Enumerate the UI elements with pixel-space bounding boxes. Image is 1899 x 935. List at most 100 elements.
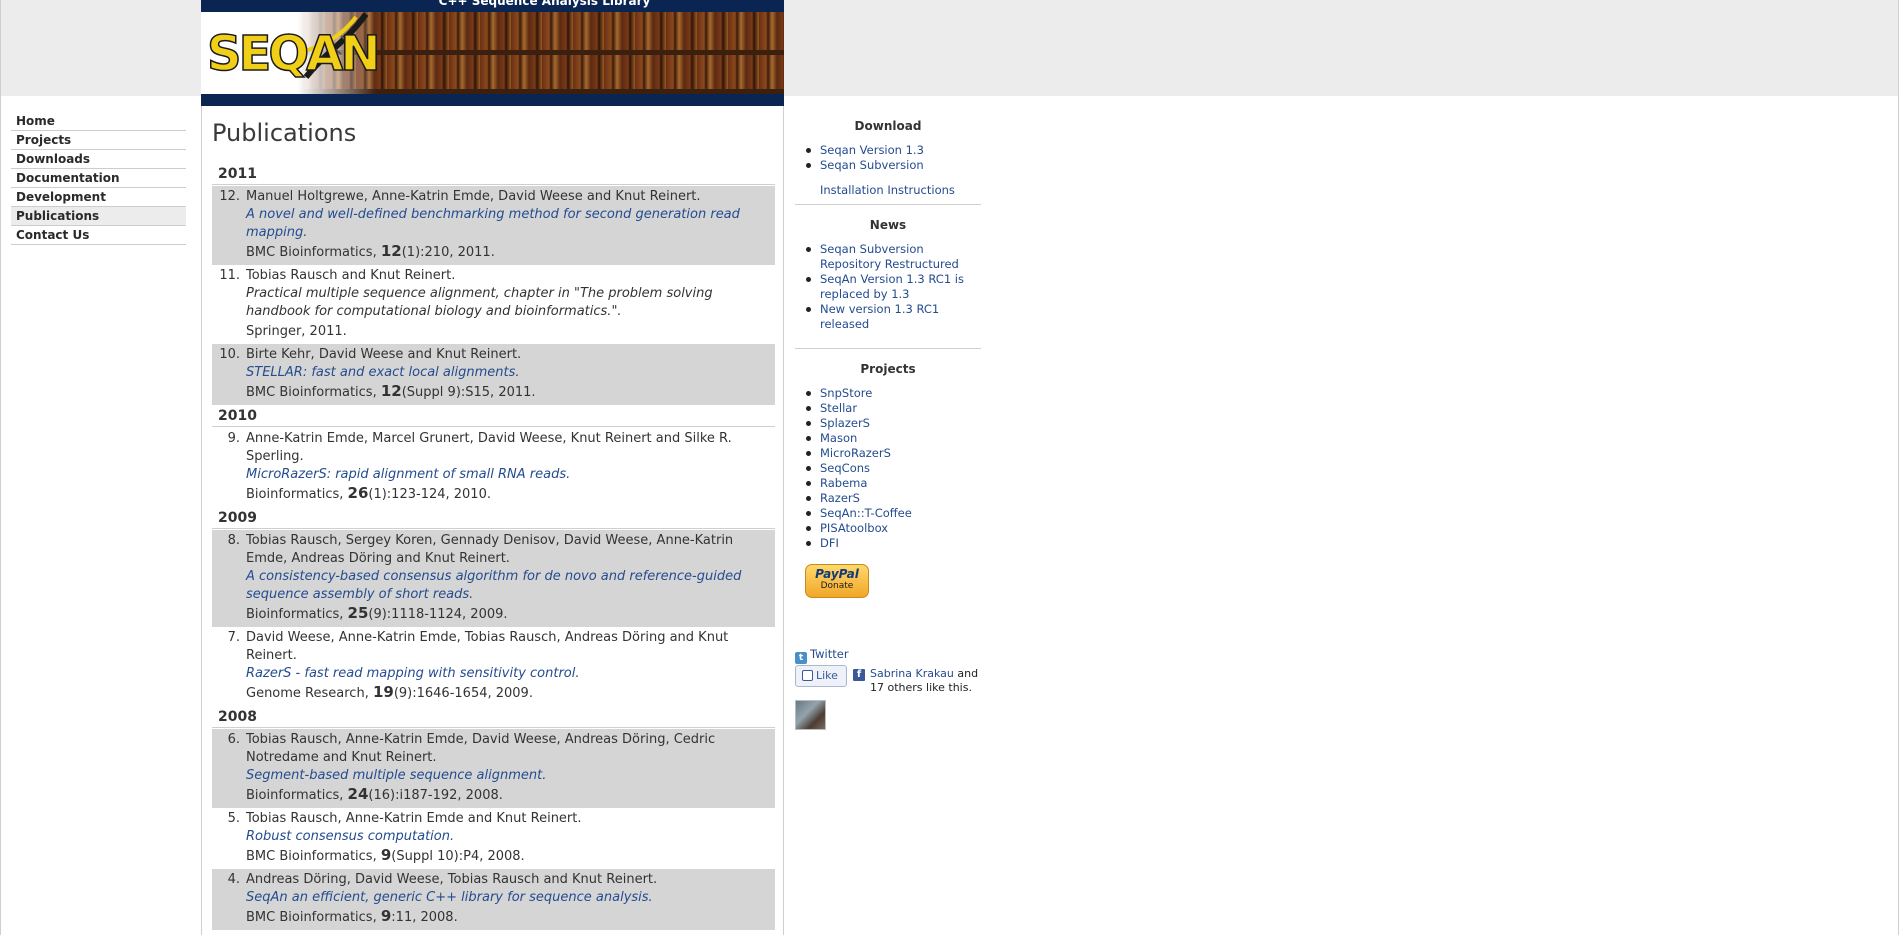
nav-item-contact-us[interactable]: Contact Us bbox=[11, 226, 186, 245]
news-link[interactable]: Seqan Subversion Repository Restructured bbox=[806, 242, 981, 272]
paypal-donate-button[interactable]: PayPal Donate bbox=[805, 564, 869, 598]
download-link[interactable]: Seqan Subversion bbox=[806, 158, 981, 173]
twitter-icon: t bbox=[795, 652, 807, 664]
publication-title-link[interactable]: A consistency-based consensus algorithm … bbox=[246, 568, 761, 604]
publication-journal: Bioinformatics, bbox=[246, 788, 348, 803]
seqan-logo[interactable]: SEQAN bbox=[206, 29, 381, 79]
publication-details: (Suppl 9):S15, 2011. bbox=[401, 385, 536, 400]
publication-number: 12. bbox=[219, 189, 240, 204]
publication-entry: 8. Tobias Rausch, Sergey Koren, Gennady D… bbox=[212, 530, 775, 627]
publication-number: 4. bbox=[227, 872, 240, 887]
publication-list: 2011 12. Manuel Holtgrewe, Anne-Katrin Emd… bbox=[212, 163, 775, 930]
nav-item-projects[interactable]: Projects bbox=[11, 131, 186, 150]
nav-item-downloads[interactable]: Downloads bbox=[11, 150, 186, 169]
project-link[interactable]: RazerS bbox=[806, 491, 981, 506]
facebook-icon: f bbox=[853, 669, 865, 681]
donate-label: Donate bbox=[820, 581, 854, 591]
project-link[interactable]: DFI bbox=[806, 536, 981, 551]
publication-volume: 26 bbox=[347, 484, 369, 502]
year-heading: 2008 bbox=[212, 706, 775, 728]
banner-title: C++ Sequence Analysis Library bbox=[438, 0, 651, 8]
publication-details: (1):123-124, 2010. bbox=[368, 487, 491, 502]
publication-body: Anne-Katrin Emde, Marcel Grunert, David … bbox=[246, 430, 775, 504]
publication-authors: Tobias Rausch and Knut Reinert. bbox=[246, 268, 456, 283]
publication-journal: Bioinformatics, bbox=[246, 607, 348, 622]
publication-entry: 6. Tobias Rausch, Anne-Katrin Emde, David… bbox=[212, 729, 775, 808]
project-link[interactable]: Rabema bbox=[806, 476, 981, 491]
download-link[interactable]: Seqan Version 1.3 bbox=[806, 143, 981, 158]
publication-entry: 5. Tobias Rausch, Anne-Katrin Emde and Kn… bbox=[212, 808, 775, 869]
publication-volume: 25 bbox=[347, 604, 369, 622]
facebook-like-text: Sabrina Krakau and 17 others like this. bbox=[870, 667, 980, 695]
publication-number: 10. bbox=[219, 347, 240, 362]
nav-item-development[interactable]: Development bbox=[11, 188, 186, 207]
publication-volume: 9 bbox=[380, 907, 392, 925]
nav-item-publications[interactable]: Publications bbox=[11, 207, 186, 226]
publication-title-link[interactable]: MicroRazerS: rapid alignment of small RN… bbox=[246, 466, 761, 484]
publication-volume: 12 bbox=[380, 242, 402, 260]
publication-title-link[interactable]: Robust consensus computation. bbox=[246, 828, 761, 846]
publication-number: 7. bbox=[227, 630, 240, 645]
publication-title-link[interactable]: STELLAR: fast and exact local alignments… bbox=[246, 364, 761, 382]
paypal-logo: PayPal bbox=[815, 567, 859, 581]
publication-details: (1):210, 2011. bbox=[401, 245, 495, 260]
publication-title: Practical multiple sequence alignment, c… bbox=[246, 286, 713, 319]
main-content: Publications 2011 12. Manuel Holtgrewe, An… bbox=[201, 106, 784, 935]
news-link[interactable]: New version 1.3 RC1 released bbox=[806, 302, 981, 332]
publication-authors: Manuel Holtgrewe, Anne-Katrin Emde, Davi… bbox=[246, 189, 701, 204]
publication-entry: 7. David Weese, Anne-Katrin Emde, Tobias … bbox=[212, 627, 775, 706]
publication-title-link[interactable]: Segment-based multiple sequence alignmen… bbox=[246, 767, 761, 785]
nav-item-documentation[interactable]: Documentation bbox=[11, 169, 186, 188]
project-link[interactable]: SeqAn::T-Coffee bbox=[806, 506, 981, 521]
publication-entry: 9. Anne-Katrin Emde, Marcel Grunert, Davi… bbox=[212, 428, 775, 507]
publication-number: 11. bbox=[219, 268, 240, 283]
project-link[interactable]: Stellar bbox=[806, 401, 981, 416]
projects-heading: Projects bbox=[860, 362, 916, 376]
publication-journal: Genome Research, bbox=[246, 686, 373, 701]
publication-authors: Andreas Döring, David Weese, Tobias Raus… bbox=[246, 872, 658, 887]
news-heading: News bbox=[869, 218, 907, 232]
publication-authors: Tobias Rausch, Sergey Koren, Gennady Den… bbox=[246, 533, 734, 566]
project-link[interactable]: MicroRazerS bbox=[806, 446, 981, 461]
twitter-label: Twitter bbox=[810, 647, 849, 661]
publication-entry: 4. Andreas Döring, David Weese, Tobias Ra… bbox=[212, 869, 775, 930]
publication-title-link[interactable]: A novel and well-defined benchmarking me… bbox=[246, 206, 761, 242]
publication-body: Tobias Rausch, Sergey Koren, Gennady Den… bbox=[246, 532, 775, 624]
publication-number: 5. bbox=[227, 811, 240, 826]
project-link[interactable]: Mason bbox=[806, 431, 981, 446]
installation-instructions-link[interactable]: Installation Instructions bbox=[820, 183, 981, 198]
publication-number: 9. bbox=[227, 431, 240, 446]
publication-entry: 11. Tobias Rausch and Knut Reinert. Practi… bbox=[212, 265, 775, 344]
publication-number: 8. bbox=[227, 533, 240, 548]
twitter-link[interactable]: t Twitter bbox=[795, 647, 849, 664]
nav-item-home[interactable]: Home bbox=[11, 112, 186, 131]
site-banner: C++ Sequence Analysis Library SEQAN bbox=[201, 0, 784, 106]
publication-journal: BMC Bioinformatics, bbox=[246, 245, 381, 260]
publication-journal: BMC Bioinformatics, bbox=[246, 385, 381, 400]
publication-entry: 12. Manuel Holtgrewe, Anne-Katrin Emde, D… bbox=[212, 186, 775, 265]
publication-body: Birte Kehr, David Weese and Knut Reinert… bbox=[246, 346, 775, 402]
sidebar-divider bbox=[795, 348, 981, 349]
publication-body: Andreas Döring, David Weese, Tobias Raus… bbox=[246, 871, 775, 927]
project-link[interactable]: PISAtoolbox bbox=[806, 521, 981, 536]
project-link[interactable]: SnpStore bbox=[806, 386, 981, 401]
facebook-friend-avatar[interactable] bbox=[795, 700, 826, 730]
right-sidebar: Download Seqan Version 1.3 Seqan Subversi… bbox=[795, 106, 981, 730]
facebook-like-button[interactable]: Like bbox=[795, 665, 847, 687]
news-list: Seqan Subversion Repository Restructured… bbox=[795, 242, 981, 332]
year-heading: 2011 bbox=[212, 163, 775, 185]
projects-list: SnpStore Stellar SplazerS Mason MicroRazerS S… bbox=[795, 386, 981, 551]
publication-authors: Birte Kehr, David Weese and Knut Reinert… bbox=[246, 347, 522, 362]
project-link[interactable]: SeqCons bbox=[806, 461, 981, 476]
publication-journal: BMC Bioinformatics, bbox=[246, 910, 381, 925]
news-link[interactable]: SeqAn Version 1.3 RC1 is replaced by 1.3 bbox=[806, 272, 981, 302]
publication-title-link[interactable]: SeqAn an efficient, generic C++ library … bbox=[246, 889, 761, 907]
facebook-friend-link[interactable]: Sabrina Krakau bbox=[870, 667, 954, 680]
publication-details: (16):i187-192, 2008. bbox=[368, 788, 503, 803]
publication-journal: BMC Bioinformatics, bbox=[246, 849, 381, 864]
thumbs-up-icon bbox=[802, 670, 813, 681]
publication-title-link[interactable]: RazerS - fast read mapping with sensitiv… bbox=[246, 665, 761, 683]
publication-volume: 24 bbox=[347, 785, 369, 803]
sidebar-divider bbox=[795, 204, 981, 205]
project-link[interactable]: SplazerS bbox=[806, 416, 981, 431]
